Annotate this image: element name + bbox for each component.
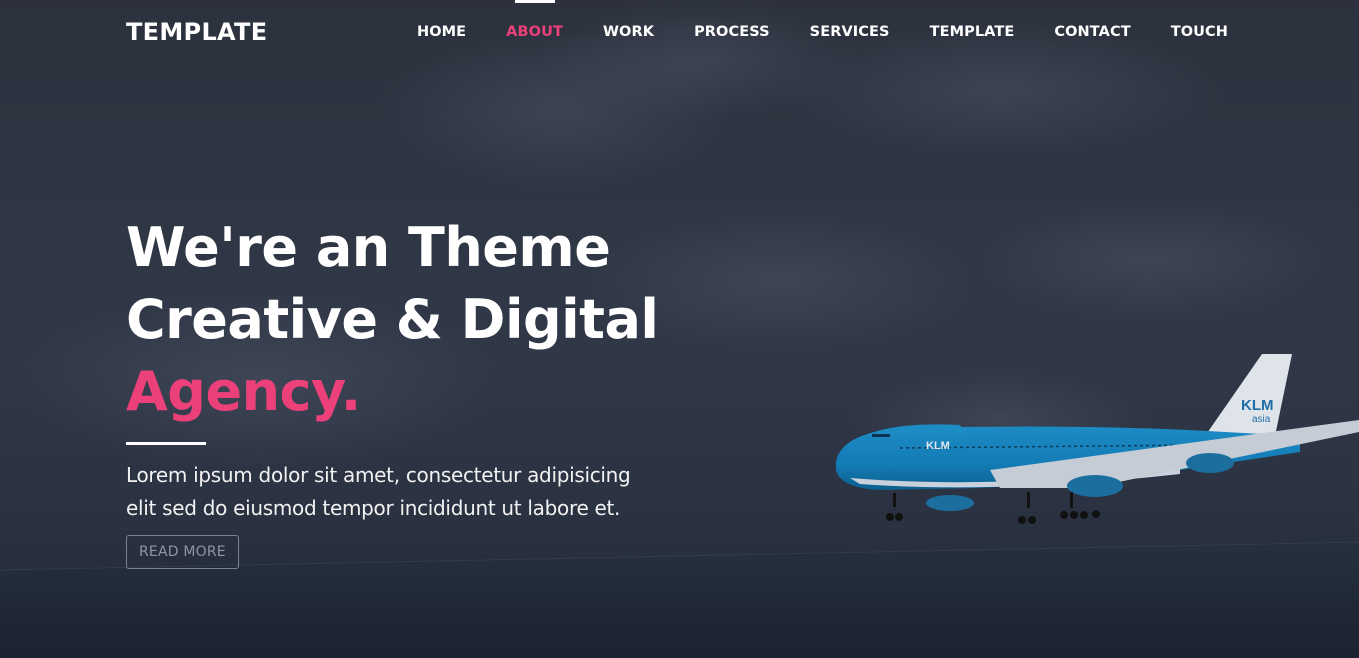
nav-item-about[interactable]: ABOUT xyxy=(506,0,563,40)
headline-accent: Agency. xyxy=(126,360,361,423)
description-line-1: Lorem ipsum dolor sit amet, consectetur … xyxy=(126,463,631,487)
headline-divider xyxy=(126,442,206,445)
description-line-2: elit sed do eiusmod tempor incididunt ut… xyxy=(126,496,621,520)
nav-menu: HOME ABOUT WORK PROCESS SERVICES TEMPLAT… xyxy=(377,0,1228,66)
hero-headline: We're an Theme Creative & Digital Agency… xyxy=(126,212,686,428)
nav-item-touch[interactable]: TOUCH xyxy=(1171,0,1228,40)
nav-item-contact[interactable]: CONTACT xyxy=(1054,0,1130,40)
top-navigation: TEMPLATE HOME ABOUT WORK PROCESS SERVICE… xyxy=(0,0,1359,66)
nav-item-work[interactable]: WORK xyxy=(603,0,654,40)
nav-item-template[interactable]: TEMPLATE xyxy=(930,0,1015,40)
read-more-button[interactable]: READ MORE xyxy=(126,535,239,569)
hero-description: Lorem ipsum dolor sit amet, consectetur … xyxy=(126,459,686,525)
nav-item-services[interactable]: SERVICES xyxy=(810,0,890,40)
hero-content: We're an Theme Creative & Digital Agency… xyxy=(126,212,686,569)
svg-text:asia: asia xyxy=(1252,414,1271,425)
brand-logo[interactable]: TEMPLATE xyxy=(126,18,267,46)
nav-item-home[interactable]: HOME xyxy=(417,0,466,40)
nav-item-process[interactable]: PROCESS xyxy=(694,0,770,40)
svg-text:KLM: KLM xyxy=(926,440,950,452)
headline-line-2: Creative & Digital xyxy=(126,288,659,351)
headline-line-1: We're an Theme xyxy=(126,216,611,279)
svg-text:KLM: KLM xyxy=(1241,397,1274,414)
hero-section: KLM KLM asia TEMPLATE HOME ABOUT WORK PR… xyxy=(0,0,1359,658)
